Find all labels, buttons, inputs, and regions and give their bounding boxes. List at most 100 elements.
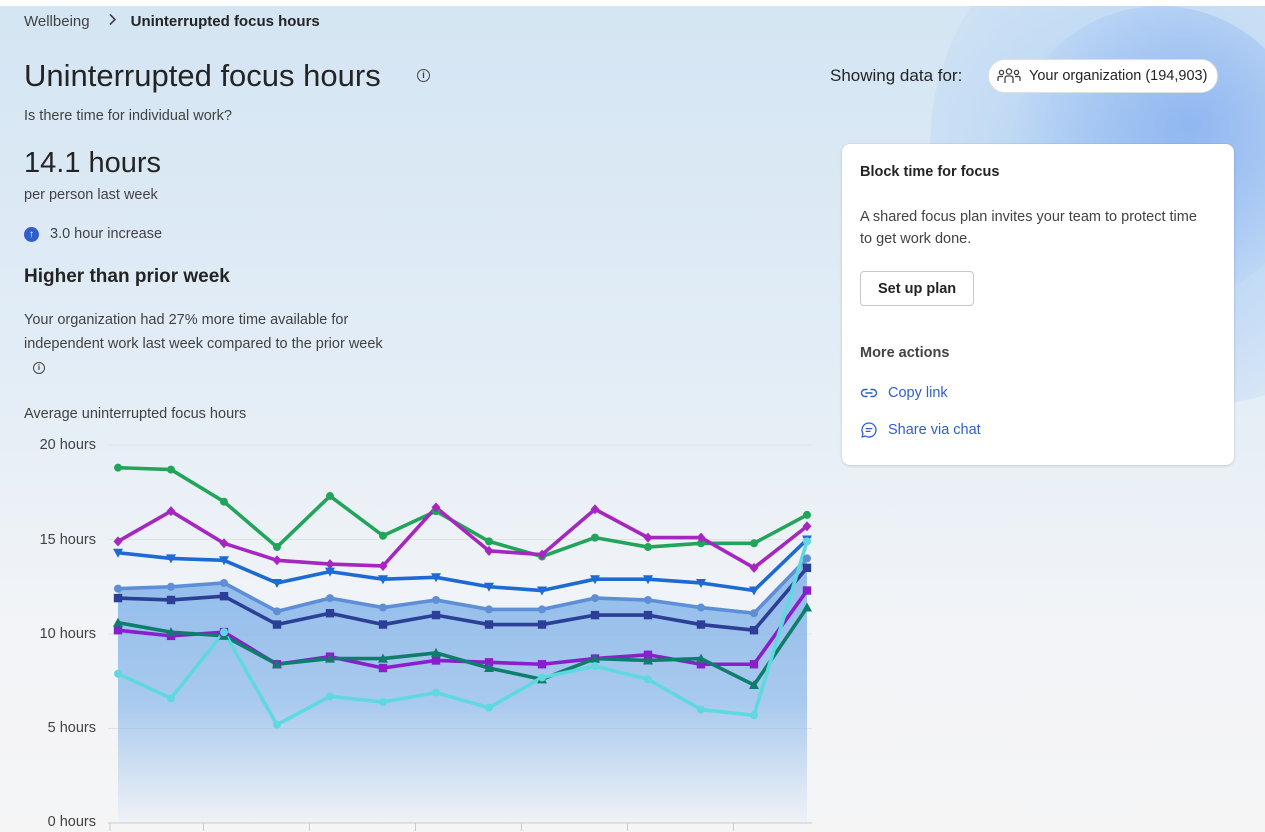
- data-point: [272, 555, 282, 566]
- data-point: [485, 537, 493, 546]
- data-point: [803, 537, 811, 546]
- data-point: [696, 620, 706, 629]
- data-point: [167, 465, 175, 474]
- y-tick-label: 5 hours: [47, 720, 96, 736]
- data-point: [325, 559, 335, 570]
- data-point: [114, 669, 122, 678]
- data-point: [114, 463, 122, 472]
- data-point: [273, 607, 281, 616]
- page-title: Uninterrupted focus hours: [24, 58, 381, 93]
- data-point: [220, 497, 228, 506]
- metric-value: 14.1 hours: [24, 147, 162, 179]
- chevron-right-icon: [108, 13, 117, 30]
- data-point: [326, 492, 334, 501]
- organization-selector[interactable]: Your organization (194,903): [988, 59, 1219, 93]
- data-point: [697, 603, 705, 612]
- share-via-chat-button[interactable]: Share via chat: [860, 421, 981, 439]
- data-point: [803, 510, 811, 519]
- data-point: [272, 620, 282, 629]
- data-point: [590, 610, 600, 620]
- arrow-up-icon: ↑: [24, 226, 39, 242]
- card-title: Block time for focus: [860, 164, 1000, 180]
- set-up-plan-button[interactable]: Set up plan: [860, 271, 975, 306]
- data-point: [167, 694, 175, 703]
- data-point: [484, 620, 494, 629]
- data-point: [485, 605, 493, 614]
- metric-change-text: 3.0 hour increase: [50, 226, 163, 242]
- data-point: [326, 692, 334, 701]
- data-point: [750, 609, 758, 618]
- data-point: [379, 603, 387, 612]
- more-actions-heading: More actions: [860, 345, 950, 361]
- data-point: [114, 584, 122, 593]
- share-via-chat-label: Share via chat: [888, 422, 981, 438]
- focus-hours-chart[interactable]: [100, 430, 820, 832]
- copy-link-label: Copy link: [888, 385, 948, 401]
- data-point: [644, 595, 652, 604]
- data-point: [591, 533, 599, 542]
- y-tick-label: 10 hours: [39, 626, 96, 642]
- data-point: [219, 592, 229, 601]
- metric-label: per person last week: [24, 187, 158, 203]
- info-icon[interactable]: i: [33, 362, 45, 374]
- y-tick-label: 0 hours: [47, 814, 96, 830]
- insight-description-text: Your organization had 27% more time avai…: [24, 312, 383, 352]
- data-point: [167, 582, 175, 591]
- data-point: [591, 594, 599, 603]
- page-subtitle: Is there time for individual work?: [24, 108, 232, 124]
- top-strip: [0, 0, 1265, 6]
- y-tick-label: 20 hours: [39, 437, 96, 453]
- data-point: [697, 705, 705, 714]
- chat-icon: [861, 422, 877, 438]
- data-point: [644, 543, 652, 552]
- info-icon[interactable]: i: [417, 69, 430, 82]
- card-text: A shared focus plan invites your team to…: [860, 209, 1197, 247]
- breadcrumb-current: Uninterrupted focus hours: [130, 13, 320, 30]
- organization-selector-label: Your organization (194,903): [1029, 68, 1208, 84]
- data-point: [273, 543, 281, 552]
- y-tick-label: 15 hours: [39, 532, 96, 548]
- breadcrumb-wellbeing[interactable]: Wellbeing: [24, 13, 90, 30]
- breadcrumb: Wellbeing Uninterrupted focus hours: [24, 13, 320, 30]
- insight-heading: Higher than prior week: [24, 266, 230, 287]
- data-point: [220, 578, 228, 587]
- chart-title: Average uninterrupted focus hours: [24, 406, 247, 422]
- data-point: [749, 660, 759, 669]
- data-point: [325, 609, 335, 618]
- data-point: [802, 586, 812, 595]
- data-point: [431, 656, 441, 665]
- insight-description: Your organization had 27% more time avai…: [24, 309, 384, 380]
- data-point: [326, 594, 334, 603]
- data-point: [113, 626, 123, 635]
- data-point: [432, 595, 440, 604]
- data-point: [537, 660, 547, 669]
- data-point: [379, 698, 387, 707]
- data-point: [220, 628, 228, 637]
- people-group-icon: [997, 68, 1021, 83]
- data-point: [485, 703, 493, 712]
- data-point: [432, 688, 440, 697]
- data-point: [537, 620, 547, 629]
- focus-action-card: Block time for focus A shared focus plan…: [842, 144, 1234, 465]
- data-point: [273, 720, 281, 729]
- data-point: [802, 563, 812, 573]
- data-point: [538, 605, 546, 614]
- copy-link-button[interactable]: Copy link: [860, 384, 948, 402]
- data-point: [379, 531, 387, 540]
- data-point: [113, 593, 123, 603]
- data-point: [750, 711, 758, 720]
- data-point: [431, 610, 441, 620]
- data-point: [538, 673, 546, 682]
- data-point: [749, 626, 759, 635]
- data-point: [166, 595, 176, 605]
- data-point: [378, 620, 388, 629]
- data-point: [591, 662, 599, 671]
- data-point: [644, 675, 652, 684]
- filter-label: Showing data for:: [830, 66, 963, 85]
- data-point: [378, 663, 388, 673]
- data-point: [643, 610, 653, 620]
- data-point: [750, 539, 758, 548]
- metric-change: ↑ 3.0 hour increase: [24, 226, 162, 242]
- data-point: [803, 554, 811, 563]
- link-icon: [860, 388, 878, 398]
